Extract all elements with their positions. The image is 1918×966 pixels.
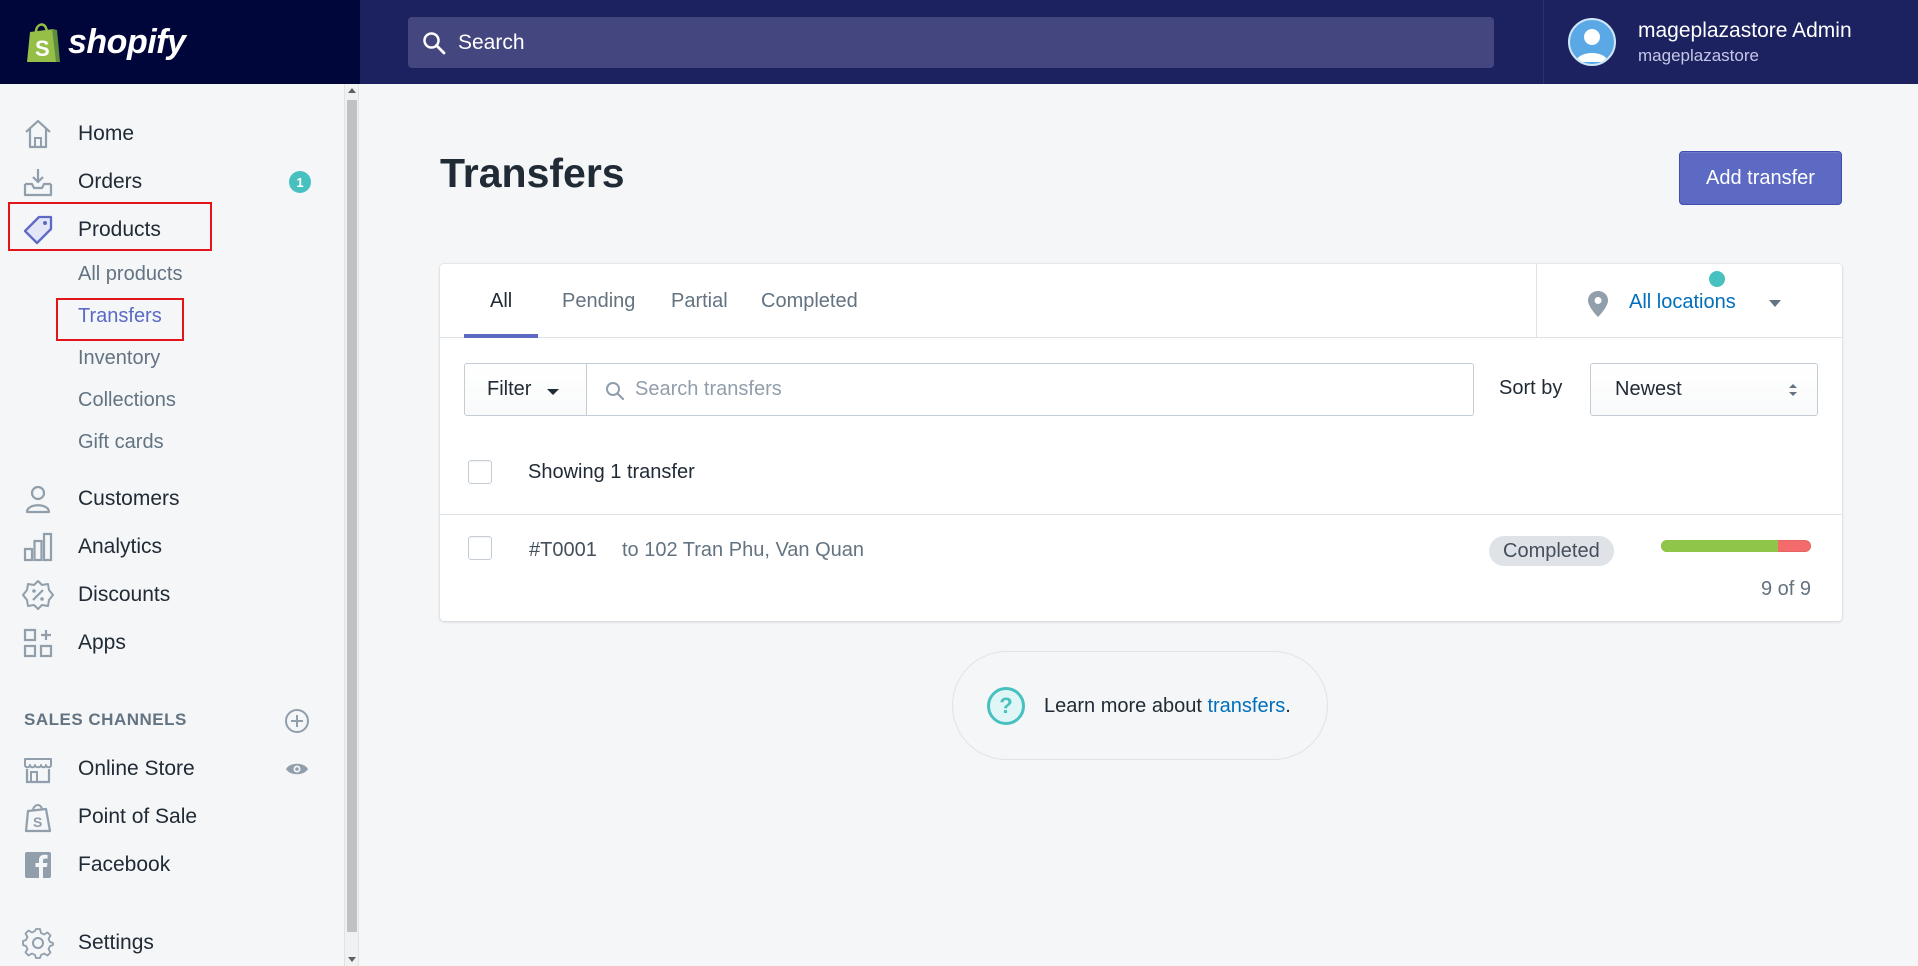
user-menu[interactable]: mageplazastore Admin mageplazastore [1543,0,1918,84]
add-transfer-button[interactable]: Add transfer [1679,151,1842,205]
row-checkbox[interactable] [468,536,492,560]
highlight-box-products [8,202,212,251]
sidebar-item-analytics[interactable]: Analytics [0,525,330,569]
help-text: Learn more about transfers. [1044,695,1291,718]
sidebar-item-online-store[interactable]: Online Store [0,747,330,791]
select-arrows-icon [1789,384,1797,396]
search-transfers-field[interactable] [586,363,1474,416]
user-store: mageplazastore [1638,45,1759,65]
orders-icon [23,169,53,197]
sidebar-item-label: Online Store [78,757,195,780]
sidebar-subitem-collections[interactable]: Collections [78,389,176,412]
discount-icon [22,580,54,610]
filter-button[interactable]: Filter [464,363,587,416]
sidebar-item-label: Settings [78,931,154,954]
sort-by-label: Sort by [1499,377,1563,399]
transfers-help-link[interactable]: transfers [1207,695,1285,717]
sort-select[interactable]: Newest [1590,363,1818,416]
sidebar-subitem-all-products[interactable]: All products [78,263,183,286]
shopify-bag-icon: S [27,23,60,62]
sidebar-item-point-of-sale[interactable]: S Point of Sale [0,795,330,839]
search-icon [606,382,625,401]
tab-all[interactable]: All [490,264,512,338]
scroll-up-icon[interactable] [348,88,356,93]
tab-partial[interactable]: Partial [671,264,728,338]
tab-completed[interactable]: Completed [761,264,858,338]
sidebar-item-settings[interactable]: Settings [0,921,330,965]
tab-pending[interactable]: Pending [562,264,635,338]
search-transfers-input[interactable] [635,364,1455,415]
sidebar-item-label: Discounts [78,583,171,606]
sidebar-divider [358,84,359,966]
sidebar-item-home[interactable]: Home [0,112,330,156]
sidebar-item-label: Point of Sale [78,805,198,828]
transfers-card: All Pending Partial Completed All locati… [440,264,1842,621]
status-tabs: All Pending Partial Completed [440,264,1536,338]
brand-logo[interactable]: S shopify [0,0,360,84]
location-pin-icon [1588,291,1608,317]
help-footer: ? Learn more about transfers. [952,651,1328,760]
user-avatar-icon [1576,29,1608,62]
search-icon [423,31,446,54]
received-progress-bar [1661,540,1811,552]
pos-bag-icon: S [24,804,52,833]
sidebar-item-label: Customers [78,487,180,510]
sidebar-item-label: Home [78,122,135,145]
sidebar-item-discounts[interactable]: Discounts [0,573,330,617]
location-status-dot [1709,271,1725,287]
eye-icon[interactable] [285,761,309,777]
avatar [1568,18,1616,66]
highlight-box-transfers [56,298,184,341]
sidebar-item-label: Analytics [78,535,163,558]
sidebar-item-customers[interactable]: Customers [0,477,330,521]
sort-select-value: Newest [1615,378,1682,400]
sidebar-item-orders[interactable]: Orders 1 [0,160,330,204]
top-bar: S shopify Search mageplazastore Admin ma… [0,0,1918,84]
help-text-period: . [1285,695,1291,717]
transfer-destination: to 102 Tran Phu, Van Quan [622,539,865,561]
filter-button-label: Filter [487,378,532,400]
svg-text:S: S [33,814,42,830]
scroll-down-icon[interactable] [348,957,356,962]
store-icon [24,758,52,784]
svg-text:S: S [35,36,50,61]
orders-count-badge: 1 [289,171,311,193]
question-icon: ? [987,687,1025,725]
select-all-checkbox[interactable] [468,460,492,484]
add-sales-channel-icon[interactable] [285,709,309,733]
active-tab-indicator [464,334,538,338]
caret-down-icon [547,389,559,395]
sales-channels-heading: SALES CHANNELS [24,710,187,729]
status-badge: Completed [1489,536,1614,566]
home-icon [25,119,51,149]
caret-down-icon [1769,300,1781,307]
global-search[interactable]: Search [408,17,1494,68]
location-filter-label: All locations [1629,291,1736,313]
sidebar-subitem-gift-cards[interactable]: Gift cards [78,431,164,454]
brand-name: shopify [68,22,186,61]
sidebar-item-apps[interactable]: Apps [0,621,330,665]
page-title: Transfers [440,150,625,196]
row-divider [440,514,1842,515]
help-text-prefix: Learn more about [1044,695,1208,717]
scrollbar-thumb[interactable] [347,100,357,932]
sidebar-scrollbar[interactable] [344,84,358,966]
sidebar-item-label: Orders [78,170,143,193]
transfer-id[interactable]: #T0001 [529,539,597,562]
sidebar-subitem-inventory[interactable]: Inventory [78,347,160,370]
location-filter[interactable]: All locations [1536,264,1842,338]
showing-count-text: Showing 1 transfer [528,461,695,483]
sidebar-item-label: Apps [78,631,126,654]
user-name: mageplazastore Admin [1638,18,1852,42]
sidebar-item-facebook[interactable]: Facebook [0,843,330,887]
received-count: 9 of 9 [1760,578,1811,600]
facebook-icon [25,852,51,878]
person-icon [25,485,51,514]
bar-chart-icon [23,532,53,562]
gear-icon [22,928,54,959]
global-search-placeholder: Search [458,30,525,54]
sidebar-item-label: Facebook [78,853,171,876]
progress-fill [1661,540,1778,552]
apps-icon [23,628,53,658]
